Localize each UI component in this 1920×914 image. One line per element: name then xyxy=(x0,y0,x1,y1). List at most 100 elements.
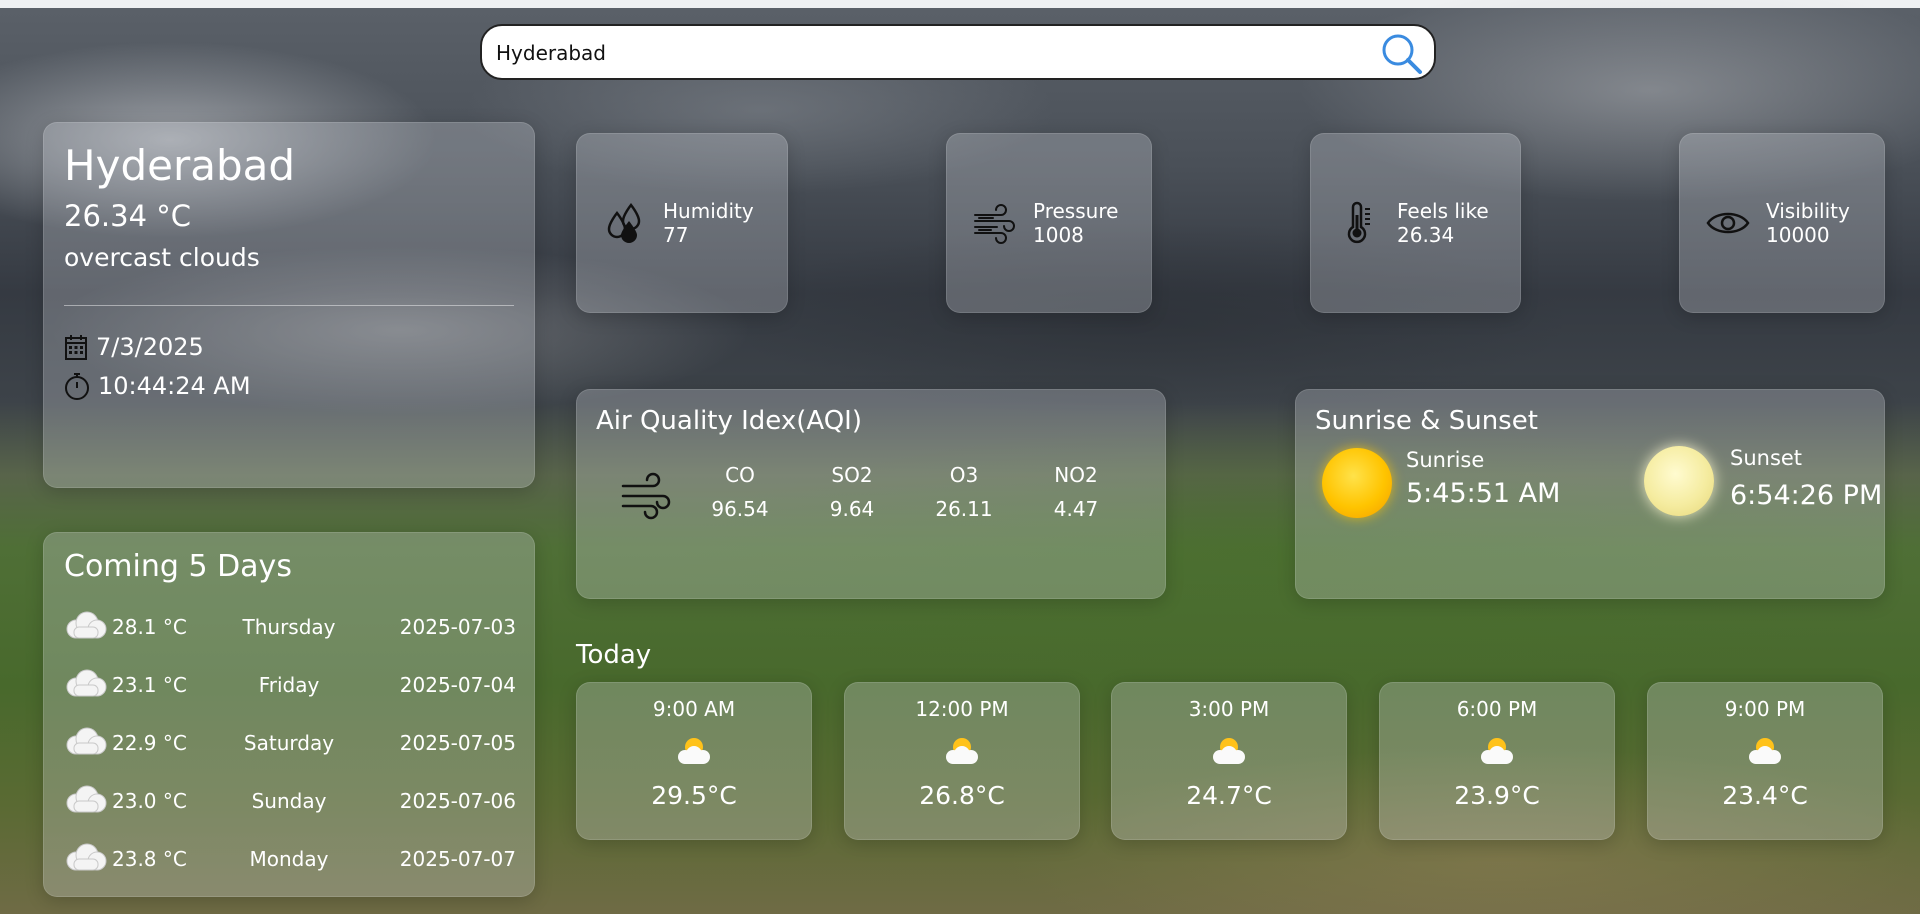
forecast-day: Thursday xyxy=(242,615,336,639)
visibility-value: 10000 xyxy=(1766,223,1830,247)
pressure-value: 1008 xyxy=(1033,223,1084,247)
forecast-temp: 23.1 °C xyxy=(112,673,187,697)
partly-cloudy-icon xyxy=(678,738,710,764)
partly-cloudy-icon xyxy=(1749,738,1781,764)
forecast-day: Sunday xyxy=(251,789,327,813)
aqi-so2: SO2 9.64 xyxy=(807,458,897,526)
weather-description: overcast clouds xyxy=(64,243,260,272)
sun-title: Sunrise & Sunset xyxy=(1315,406,1538,436)
visibility-label: Visibility xyxy=(1766,199,1850,223)
hourly-card: 6:00 PM 23.9°C xyxy=(1379,682,1615,840)
forecast-day: Saturday xyxy=(243,731,335,755)
humidity-icon xyxy=(607,202,641,243)
date-row: 7/3/2025 xyxy=(64,333,204,361)
sunrise-label: Sunrise xyxy=(1406,448,1485,472)
cloud-icon xyxy=(66,611,107,639)
forecast-date: 2025-07-06 xyxy=(399,789,516,813)
search-bar xyxy=(480,24,1436,80)
today-title: Today xyxy=(576,640,652,670)
aqi-value: 96.54 xyxy=(711,497,769,521)
aqi-value: 4.47 xyxy=(1053,497,1099,521)
feels-like-label: Feels like xyxy=(1397,199,1489,223)
forecast-temp: 23.0 °C xyxy=(112,789,187,813)
forecast-temp: 23.8 °C xyxy=(112,847,187,871)
page-top-strip xyxy=(0,0,1920,8)
forecast-date: 2025-07-05 xyxy=(399,731,516,755)
aqi-co: CO 96.54 xyxy=(695,458,785,526)
cloud-icon xyxy=(66,727,107,755)
aqi-label: SO2 xyxy=(831,463,873,487)
pressure-card: Pressure 1008 xyxy=(946,133,1152,313)
visibility-text: Visibility 10000 xyxy=(1766,199,1850,247)
thermometer-icon xyxy=(1347,201,1370,244)
hour-time: 9:00 PM xyxy=(1724,697,1806,721)
hour-temp: 23.9°C xyxy=(1454,781,1540,810)
hourly-card: 9:00 AM 29.5°C xyxy=(576,682,812,840)
partly-cloudy-icon xyxy=(1481,738,1513,764)
hour-time: 6:00 PM xyxy=(1456,697,1538,721)
sunset-time: 6:54:26 PM xyxy=(1730,480,1883,511)
current-time: 10:44:24 AM xyxy=(98,372,251,400)
humidity-card: Humidity 77 xyxy=(576,133,788,313)
pressure-text: Pressure 1008 xyxy=(1033,199,1118,247)
hour-time: 12:00 PM xyxy=(915,697,1009,721)
aqi-title: Air Quality Idex(AQI) xyxy=(596,406,862,436)
aqi-label: NO2 xyxy=(1054,463,1098,487)
aqi-o3: O3 26.11 xyxy=(919,458,1009,526)
feels-like-card: Feels like 26.34 xyxy=(1310,133,1521,313)
forecast-card: Coming 5 Days 28.1 °C Thursday 2025-07-0… xyxy=(43,532,535,897)
forecast-date: 2025-07-04 xyxy=(399,673,516,697)
current-weather-card: Hyderabad 26.34 °C overcast clouds 7/3/2… xyxy=(43,122,535,488)
hourly-card: 9:00 PM 23.4°C xyxy=(1647,682,1883,840)
forecast-row: 23.8 °C Monday 2025-07-07 xyxy=(64,839,516,879)
pressure-label: Pressure xyxy=(1033,199,1119,223)
humidity-label: Humidity xyxy=(663,199,754,223)
aqi-card: Air Quality Idex(AQI) CO 96.54 SO2 9.64 … xyxy=(576,389,1166,599)
hourly-card: 3:00 PM 24.7°C xyxy=(1111,682,1347,840)
current-date: 7/3/2025 xyxy=(96,333,204,361)
forecast-temp: 22.9 °C xyxy=(112,731,187,755)
aqi-value: 26.11 xyxy=(935,497,993,521)
wind-icon xyxy=(974,204,1015,244)
stopwatch-icon xyxy=(65,373,89,400)
search-icon[interactable] xyxy=(1378,30,1426,78)
forecast-temp: 28.1 °C xyxy=(112,615,187,639)
sunrise-time: 5:45:51 AM xyxy=(1406,478,1561,509)
humidity-value: 77 xyxy=(663,223,689,247)
forecast-title: Coming 5 Days xyxy=(64,549,292,584)
sunrise-sunset-card: Sunrise & Sunset Sunrise 5:45:51 AM Suns… xyxy=(1295,389,1885,599)
feels-like-value: 26.34 xyxy=(1397,223,1455,247)
wind-icon xyxy=(621,472,671,520)
hour-temp: 29.5°C xyxy=(651,781,737,810)
feels-like-text: Feels like 26.34 xyxy=(1397,199,1489,247)
search-input[interactable] xyxy=(494,36,1358,70)
sunset-label: Sunset xyxy=(1730,446,1803,470)
time-row: 10:44:24 AM xyxy=(64,371,251,401)
forecast-row: 23.0 °C Sunday 2025-07-06 xyxy=(64,781,516,821)
cloud-icon xyxy=(66,843,107,871)
current-temperature: 26.34 °C xyxy=(64,199,191,233)
moon-icon xyxy=(1644,446,1714,516)
partly-cloudy-icon xyxy=(1213,738,1245,764)
hourly-card: 12:00 PM 26.8°C xyxy=(844,682,1080,840)
hour-temp: 24.7°C xyxy=(1186,781,1272,810)
forecast-row: 28.1 °C Thursday 2025-07-03 xyxy=(64,607,516,647)
hour-time: 9:00 AM xyxy=(652,697,736,721)
forecast-row: 23.1 °C Friday 2025-07-04 xyxy=(64,665,516,705)
humidity-text: Humidity 77 xyxy=(663,199,754,247)
forecast-date: 2025-07-03 xyxy=(399,615,516,639)
forecast-day: Friday xyxy=(258,673,320,697)
hour-time: 3:00 PM xyxy=(1188,697,1270,721)
calendar-icon xyxy=(65,335,87,360)
aqi-label: CO xyxy=(725,463,755,487)
forecast-day: Monday xyxy=(249,847,329,871)
aqi-label: O3 xyxy=(949,463,979,487)
cloud-icon xyxy=(66,785,107,813)
hour-temp: 23.4°C xyxy=(1722,781,1808,810)
sun-icon xyxy=(1322,448,1392,518)
city-name: Hyderabad xyxy=(64,141,295,190)
aqi-value: 9.64 xyxy=(829,497,875,521)
eye-icon xyxy=(1706,212,1750,234)
forecast-date: 2025-07-07 xyxy=(399,847,516,871)
partly-cloudy-icon xyxy=(946,738,978,764)
